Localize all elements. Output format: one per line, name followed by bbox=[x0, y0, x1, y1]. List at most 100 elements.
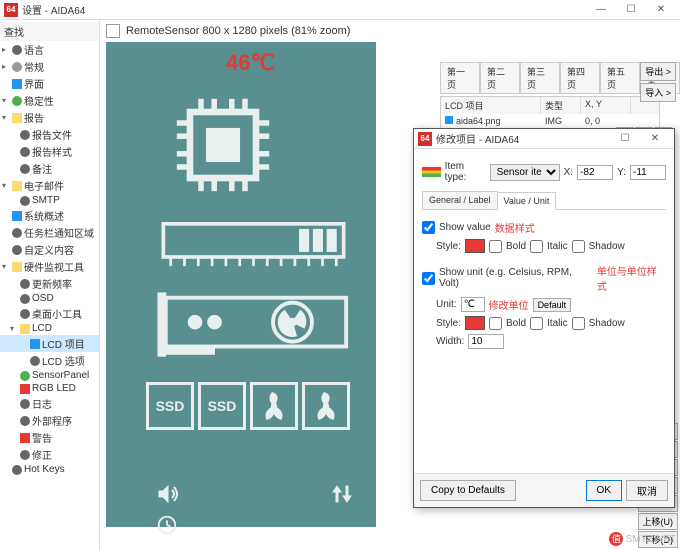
fan-tile-1 bbox=[250, 382, 298, 430]
tree-item[interactable]: 报告样式 bbox=[0, 143, 99, 160]
show-unit-label: Show unit (e.g. Celsius, RPM, Volt) bbox=[439, 267, 593, 289]
minimize-button[interactable]: — bbox=[586, 1, 616, 19]
tree-item[interactable]: 外部程序 bbox=[0, 412, 99, 429]
tree-item[interactable]: ▸语言 bbox=[0, 41, 99, 58]
table-row[interactable]: aida64.pngIMG0, 0 bbox=[441, 114, 659, 128]
page-tab[interactable]: 第四页 bbox=[560, 62, 600, 94]
tree-item[interactable]: ▸常规 bbox=[0, 58, 99, 75]
unit-color-swatch[interactable] bbox=[465, 316, 485, 330]
item-type-icon bbox=[422, 167, 441, 177]
tree-item[interactable]: ▾报告 bbox=[0, 109, 99, 126]
y-label: Y: bbox=[617, 167, 626, 178]
tree-item[interactable]: 桌面小工具 bbox=[0, 305, 99, 322]
value-italic-checkbox[interactable] bbox=[530, 240, 543, 253]
app-icon: 64 bbox=[4, 3, 18, 17]
page-tab[interactable]: 第五页 bbox=[600, 62, 640, 94]
style-label-1: Style: bbox=[436, 241, 461, 252]
sidebar: 查找 ▸语言▸常规界面▾稳定性▾报告报告文件报告样式备注▾电子邮件SMTP系统概… bbox=[0, 20, 100, 550]
modify-item-dialog: 64 修改项目 - AIDA64 ☐ ✕ Item type: Sensor i… bbox=[413, 128, 675, 508]
tree-item[interactable]: 报告文件 bbox=[0, 126, 99, 143]
tree-item[interactable]: Hot Keys bbox=[0, 463, 99, 476]
tree-item[interactable]: 系统概述 bbox=[0, 207, 99, 224]
cpu-temp-value[interactable]: 46℃ bbox=[226, 50, 275, 76]
th-item[interactable]: LCD 项目 bbox=[441, 97, 541, 114]
item-type-label: Item type: bbox=[445, 161, 486, 183]
show-value-label: Show value bbox=[439, 222, 491, 233]
show-unit-checkbox[interactable] bbox=[422, 272, 435, 285]
style-label-2: Style: bbox=[436, 318, 461, 329]
tree-item[interactable]: ▾硬件监视工具 bbox=[0, 258, 99, 275]
updown-icon bbox=[330, 482, 354, 506]
volume-icon bbox=[156, 482, 180, 506]
unit-shadow-checkbox[interactable] bbox=[572, 317, 585, 330]
tree-item[interactable]: SMTP bbox=[0, 194, 99, 207]
ok-button[interactable]: OK bbox=[586, 480, 622, 501]
unit-input[interactable] bbox=[461, 297, 485, 312]
page-tab[interactable]: 第二页 bbox=[480, 62, 520, 94]
tree-item[interactable]: 界面 bbox=[0, 75, 99, 92]
gpu-icon bbox=[156, 292, 351, 362]
tab-value-unit[interactable]: Value / Unit bbox=[497, 192, 557, 210]
copy-defaults-button[interactable]: Copy to Defaults bbox=[420, 480, 516, 501]
tree-item[interactable]: 修正 bbox=[0, 446, 99, 463]
value-bold-checkbox[interactable] bbox=[489, 240, 502, 253]
value-shadow-checkbox[interactable] bbox=[572, 240, 585, 253]
export-button[interactable]: 导出 > bbox=[640, 62, 676, 81]
unit-bold-checkbox[interactable] bbox=[489, 317, 502, 330]
anno-unit-style: 单位与单位样式 bbox=[597, 263, 666, 293]
tree-item[interactable]: ▾LCD bbox=[0, 322, 99, 335]
tree-item[interactable]: 更新频率 bbox=[0, 275, 99, 292]
cancel-button[interactable]: 取消 bbox=[626, 480, 668, 501]
watermark: 值SMYZ.NET bbox=[609, 532, 676, 546]
tree-item[interactable]: LCD 项目 bbox=[0, 335, 99, 352]
x-input[interactable] bbox=[577, 165, 613, 180]
ram-icon bbox=[156, 222, 351, 268]
value-color-swatch[interactable] bbox=[465, 239, 485, 253]
watermark-icon: 值 bbox=[609, 532, 623, 546]
width-input[interactable] bbox=[468, 334, 504, 349]
tree-item[interactable]: 自定义内容 bbox=[0, 241, 99, 258]
page-tab[interactable]: 第三页 bbox=[520, 62, 560, 94]
dialog-max-button[interactable]: ☐ bbox=[610, 130, 640, 148]
tree-item[interactable]: SensorPanel bbox=[0, 369, 99, 382]
content-header: RemoteSensor 800 x 1280 pixels (81% zoom… bbox=[100, 20, 680, 42]
tab-general[interactable]: General / Label bbox=[422, 191, 498, 209]
preview-info: RemoteSensor 800 x 1280 pixels (81% zoom… bbox=[126, 25, 350, 37]
y-input[interactable] bbox=[630, 165, 666, 180]
tree-item[interactable]: RGB LED bbox=[0, 382, 99, 395]
close-button[interactable]: ✕ bbox=[646, 1, 676, 19]
fan-tile-2 bbox=[302, 382, 350, 430]
cpu-chip-icon bbox=[168, 90, 278, 200]
anno-modify-unit: 修改单位 bbox=[489, 297, 529, 312]
item-type-select[interactable]: Sensor item bbox=[490, 164, 560, 181]
tree-item[interactable]: 警告 bbox=[0, 429, 99, 446]
unit-italic-checkbox[interactable] bbox=[530, 317, 543, 330]
action-button[interactable]: 上移(U) bbox=[638, 513, 679, 530]
th-type[interactable]: 类型 bbox=[541, 97, 581, 114]
dialog-close-button[interactable]: ✕ bbox=[640, 130, 670, 148]
th-xy[interactable]: X, Y bbox=[581, 97, 631, 114]
import-button[interactable]: 导入 > bbox=[640, 83, 676, 102]
default-button[interactable]: Default bbox=[533, 298, 572, 312]
tree-item[interactable]: 日志 bbox=[0, 395, 99, 412]
sidebar-header: 查找 bbox=[0, 22, 99, 41]
width-label: Width: bbox=[436, 336, 464, 347]
window-title: 设置 - AIDA64 bbox=[22, 2, 586, 17]
x-label: X: bbox=[564, 167, 573, 178]
tree-item[interactable]: ▾电子邮件 bbox=[0, 177, 99, 194]
tree-item[interactable]: LCD 选项 bbox=[0, 352, 99, 369]
maximize-button[interactable]: ☐ bbox=[616, 1, 646, 19]
ssd-tile-1: SSD bbox=[146, 382, 194, 430]
tree-item[interactable]: OSD bbox=[0, 292, 99, 305]
lcd-preview[interactable]: 46℃ bbox=[106, 42, 376, 527]
dialog-title: 修改项目 - AIDA64 bbox=[436, 131, 610, 146]
preview-icon bbox=[106, 24, 120, 38]
page-tab[interactable]: 第一页 bbox=[440, 62, 480, 94]
unit-label: Unit: bbox=[436, 299, 457, 310]
tree-item[interactable]: 任务栏通知区域 bbox=[0, 224, 99, 241]
tile-row: SSD SSD bbox=[146, 382, 356, 430]
tree-item[interactable]: 备注 bbox=[0, 160, 99, 177]
show-value-checkbox[interactable] bbox=[422, 221, 435, 234]
dialog-app-icon: 64 bbox=[418, 132, 432, 146]
tree-item[interactable]: ▾稳定性 bbox=[0, 92, 99, 109]
